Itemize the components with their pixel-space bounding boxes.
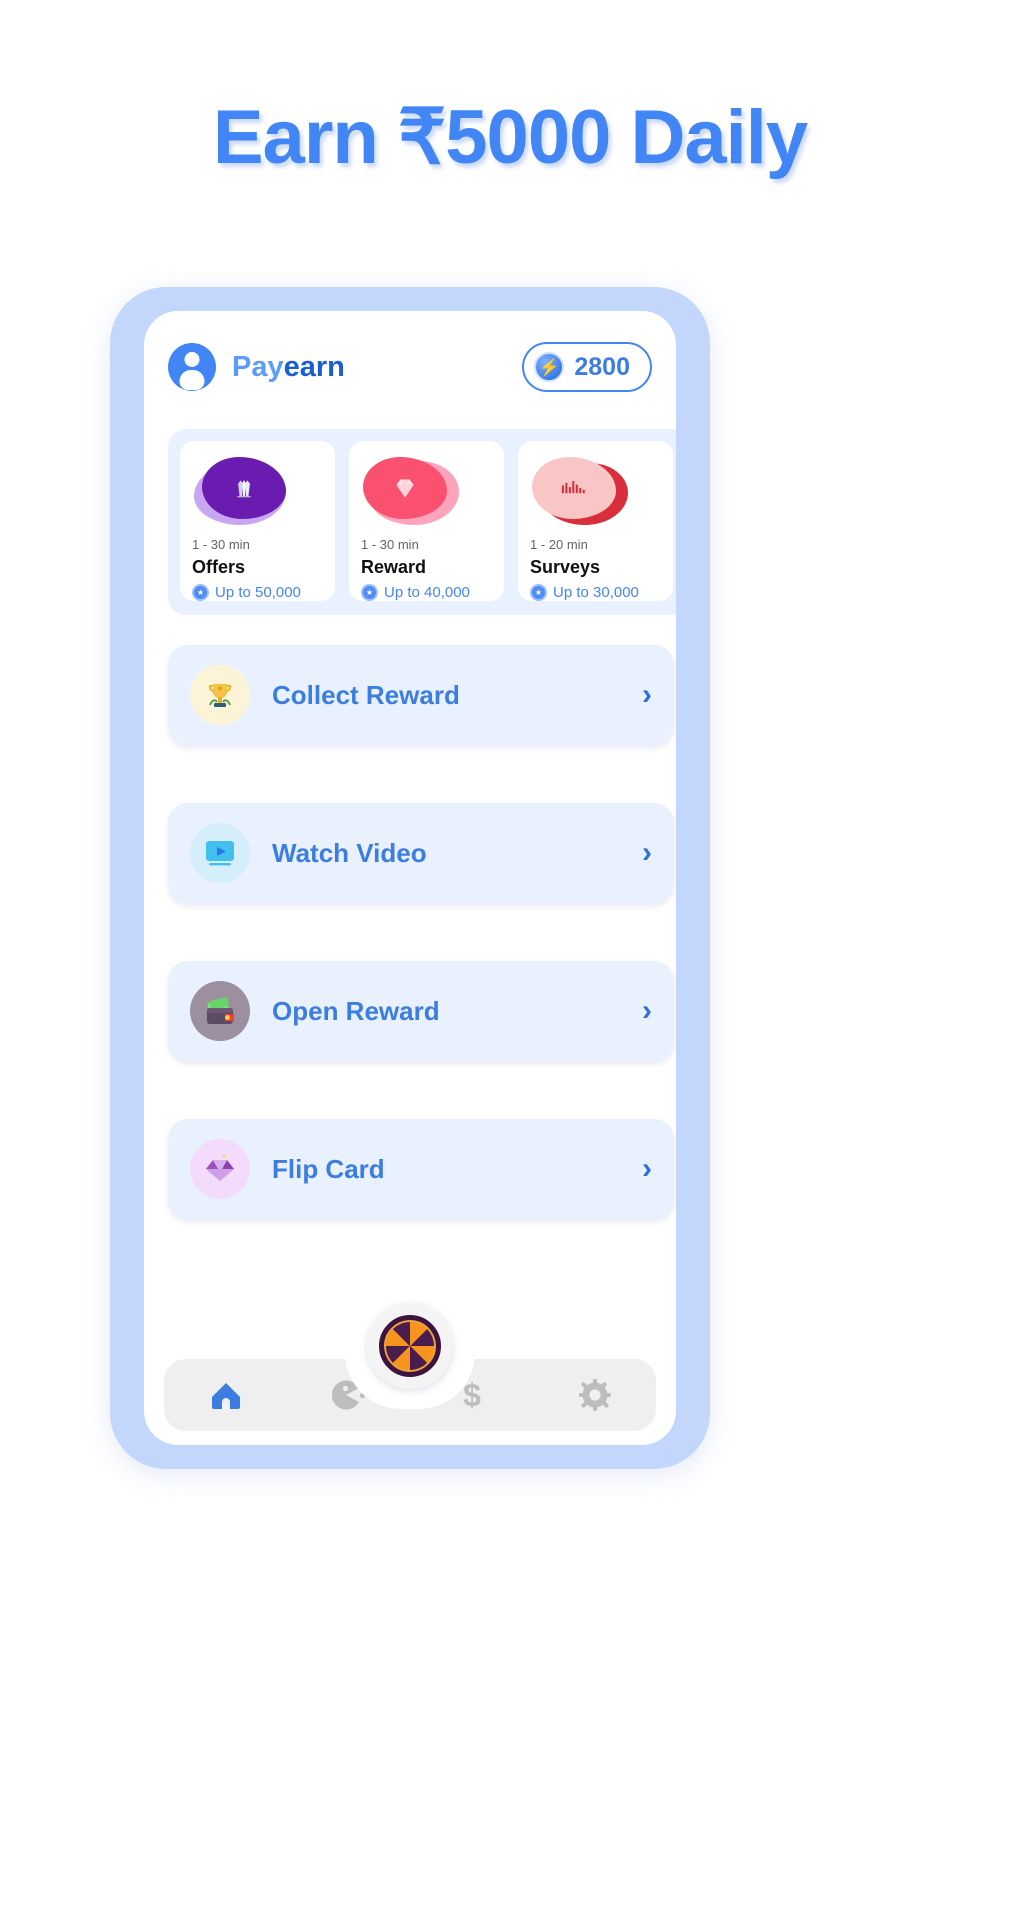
category-time: 1 - 20 min: [530, 537, 588, 552]
category-carousel[interactable]: 1 - 30 min Offers ★ Up to 50,000 1 - 30 …: [168, 429, 676, 615]
chevron-right-icon[interactable]: ›: [642, 838, 652, 868]
action-row-open-reward[interactable]: Open Reward ›: [168, 961, 674, 1061]
wallet-icon: [190, 981, 250, 1041]
action-row-collect-reward[interactable]: Collect Reward ›: [168, 645, 674, 745]
gem-icon: ✦: [190, 1139, 250, 1199]
action-row-flip-card[interactable]: ✦ Flip Card ›: [168, 1119, 674, 1219]
gear-icon: [578, 1379, 611, 1411]
nav-item-settings[interactable]: [533, 1359, 656, 1431]
category-card-surveys[interactable]: 1 - 20 min Surveys ★ Up to 30,000: [518, 441, 673, 601]
brand-prefix: Pay: [232, 350, 284, 383]
coin-balance-badge[interactable]: ⚡ 2800: [522, 342, 652, 392]
svg-text:✦: ✦: [221, 1153, 227, 1161]
phone-screen: Payearn ⚡ 2800 1 - 30 min Offers ★ Up to…: [144, 311, 676, 1445]
action-label: Collect Reward: [272, 679, 460, 710]
brand-logo: Payearn: [232, 350, 345, 383]
chevron-right-icon[interactable]: ›: [642, 680, 652, 710]
category-name: Offers: [192, 557, 246, 577]
mini-coin-icon: ★: [530, 584, 547, 601]
action-row-watch-video[interactable]: Watch Video ›: [168, 803, 674, 903]
category-payout: ★ Up to 50,000: [192, 584, 323, 601]
category-card-offers[interactable]: 1 - 30 min Offers ★ Up to 50,000: [180, 441, 335, 601]
action-label: Open Reward: [272, 995, 440, 1026]
category-name: Surveys: [530, 557, 601, 577]
action-label: Flip Card: [272, 1153, 385, 1184]
category-name: Reward: [361, 557, 427, 577]
offers-illustration: [194, 457, 290, 527]
trophy-icon: [190, 665, 250, 725]
crystals-icon: [202, 457, 286, 519]
page-root: Earn ₹5000 Daily Payearn ⚡ 2800 1 - 30 m…: [0, 0, 1020, 1912]
category-payout-text: Up to 30,000: [553, 584, 639, 601]
video-play-icon: [190, 823, 250, 883]
category-payout: ★ Up to 30,000: [530, 584, 661, 601]
chevron-right-icon[interactable]: ›: [642, 996, 652, 1026]
category-payout: ★ Up to 40,000: [361, 584, 492, 601]
category-card-reward[interactable]: 1 - 30 min Reward ★ Up to 40,000: [349, 441, 504, 601]
spin-wheel-button[interactable]: [367, 1303, 453, 1389]
mini-coin-icon: ★: [192, 584, 209, 601]
spin-wheel-icon: [379, 1315, 441, 1377]
bottom-nav-bar: $: [164, 1303, 656, 1431]
app-header: Payearn ⚡ 2800: [144, 329, 676, 405]
phone-frame: Payearn ⚡ 2800 1 - 30 min Offers ★ Up to…: [110, 287, 710, 1469]
lightning-coin-icon: ⚡: [534, 352, 565, 382]
nav-item-home[interactable]: [164, 1359, 287, 1431]
chevron-right-icon[interactable]: ›: [642, 1154, 652, 1184]
coin-balance-amount: 2800: [574, 352, 630, 381]
page-title: Earn ₹5000 Daily: [212, 95, 808, 180]
action-label: Watch Video: [272, 837, 427, 868]
reward-illustration: [363, 457, 459, 527]
category-time: 1 - 30 min: [361, 537, 419, 552]
user-avatar-icon[interactable]: [168, 343, 216, 391]
mini-coin-icon: ★: [361, 584, 378, 601]
category-payout-text: Up to 40,000: [384, 584, 470, 601]
brand-suffix: earn: [283, 350, 345, 383]
surveys-illustration: [532, 457, 628, 527]
category-time: 1 - 30 min: [192, 537, 250, 552]
category-payout-text: Up to 50,000: [215, 584, 301, 601]
home-icon: [209, 1379, 243, 1411]
